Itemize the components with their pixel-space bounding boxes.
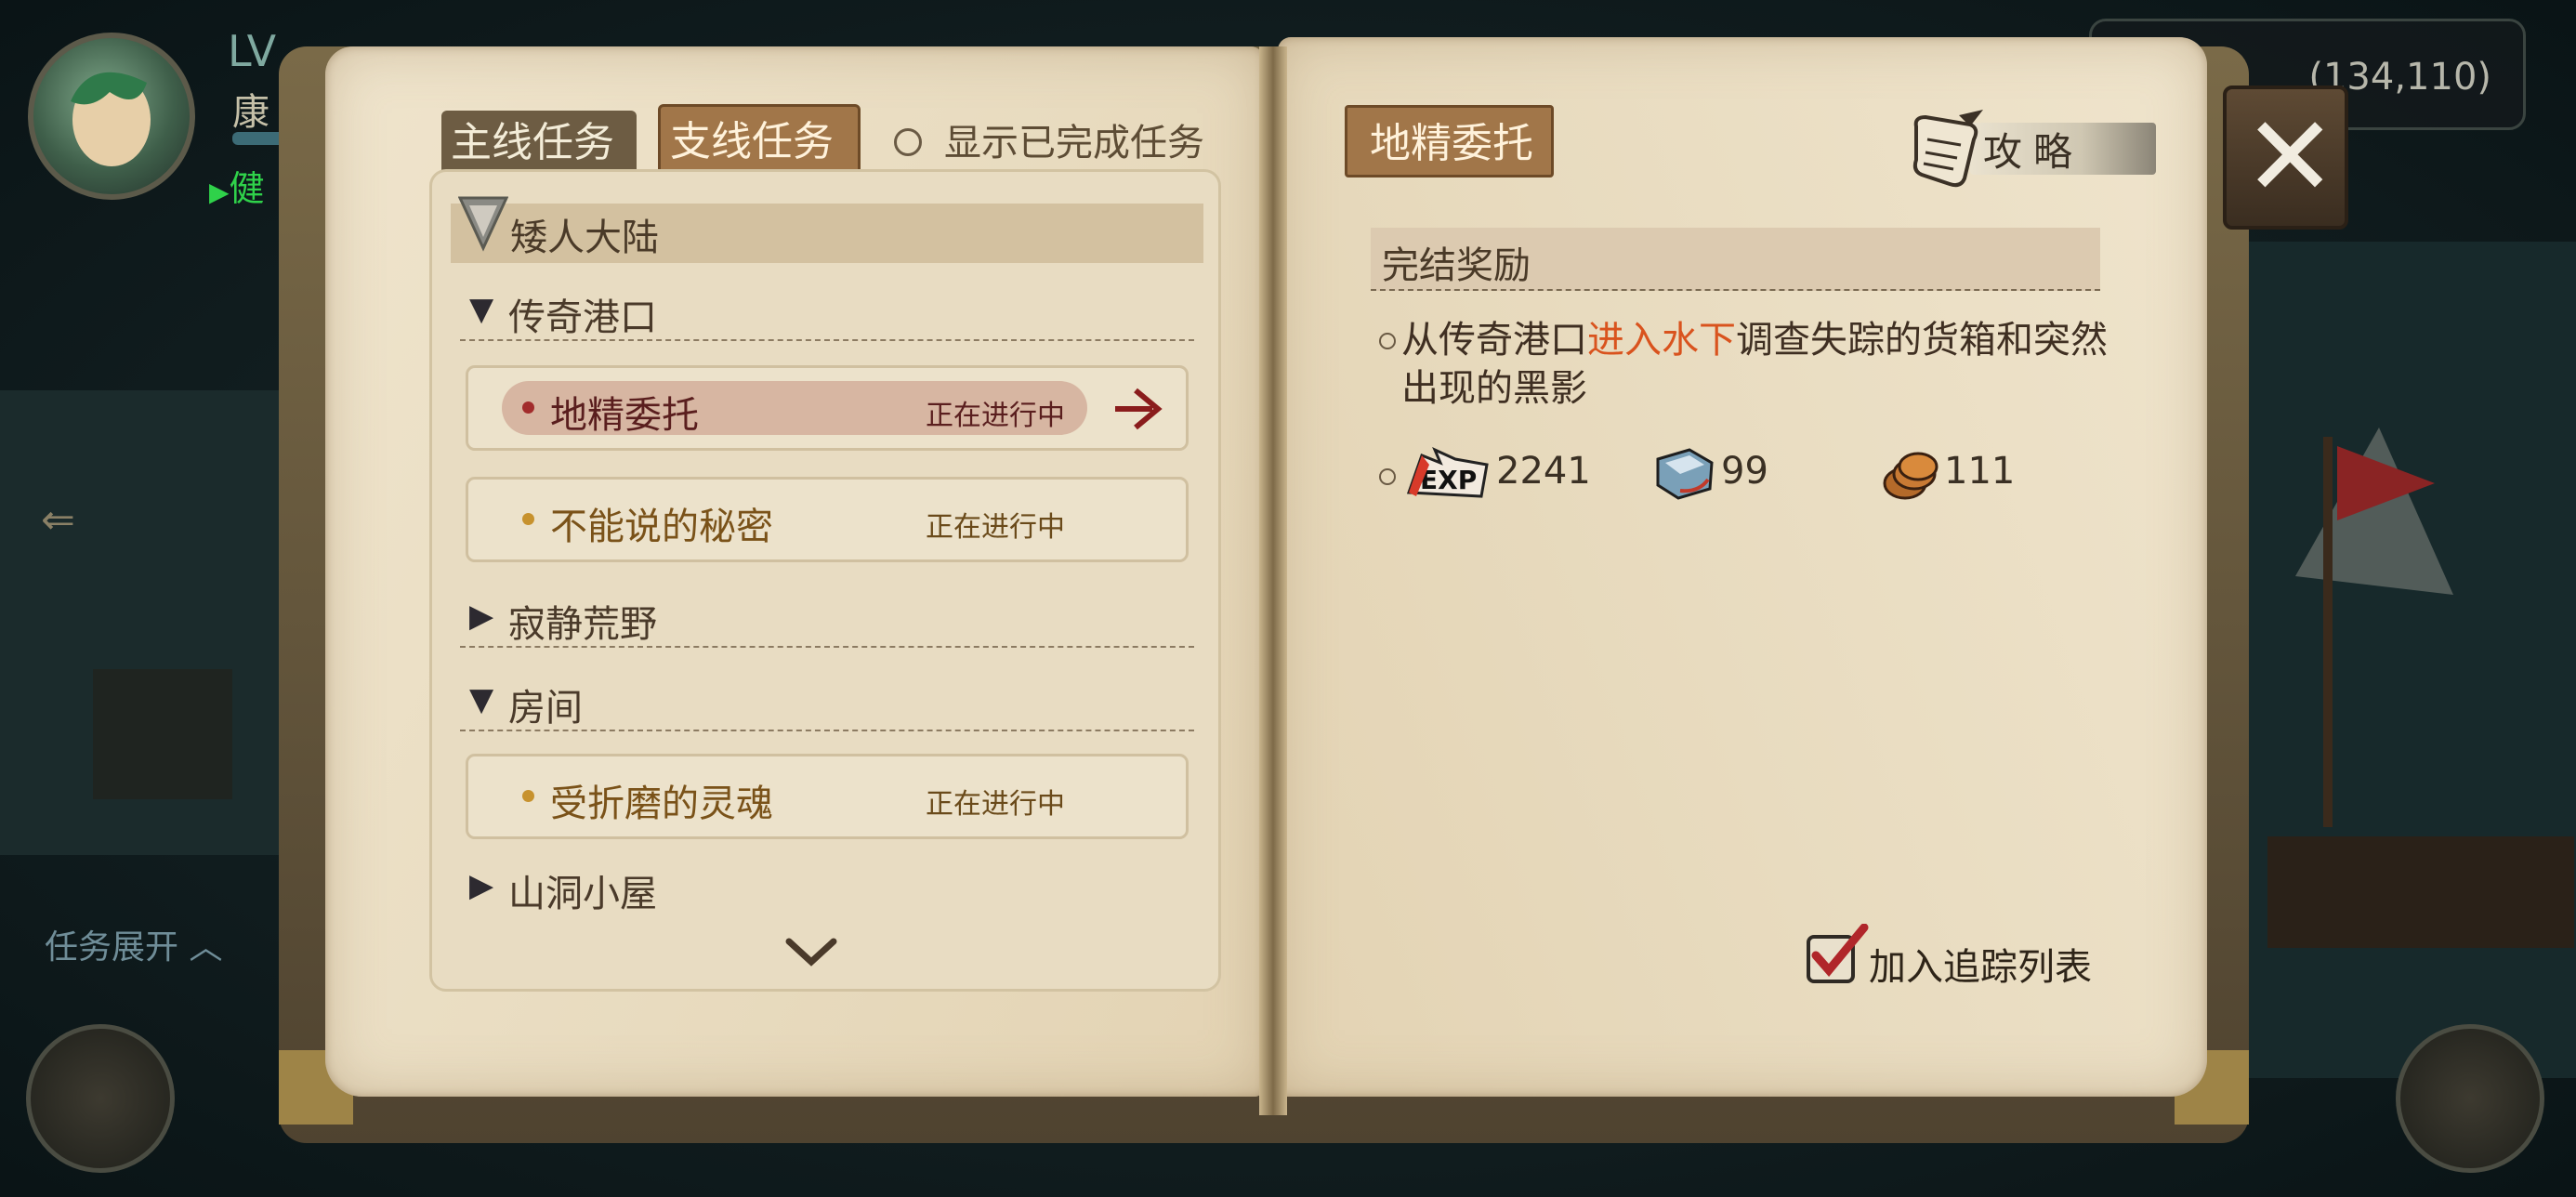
- triangle-down-icon: ▼: [469, 681, 494, 718]
- area-label: 寂静荒野: [508, 603, 657, 646]
- quest-list-panel[interactable]: 矮人大陆 ▼ 传奇港口 地精委托 正在进行中 不能说的秘密 正在进行中 ▶ 寂静…: [429, 169, 1221, 992]
- house-menu-button[interactable]: [2396, 1024, 2544, 1173]
- player-avatar[interactable]: [28, 33, 195, 200]
- quest-name: 地精委托: [550, 394, 699, 437]
- player-name: 康: [232, 91, 269, 134]
- track-checkbox-icon[interactable]: [1805, 924, 1870, 985]
- svg-text:EXP: EXP: [1420, 465, 1477, 495]
- desc-text: 从传奇港口: [1401, 319, 1587, 362]
- guide-button-label: 攻略: [1983, 129, 2084, 175]
- quest-title: 地精委托: [1345, 105, 1554, 178]
- quest-name: 受折磨的灵魂: [550, 783, 773, 825]
- quest-status: 正在进行中: [926, 400, 1065, 432]
- exp-icon: EXP: [1406, 447, 1489, 498]
- play-arrow-icon: ▶: [209, 177, 230, 207]
- desc-highlight: 进入水下: [1587, 319, 1736, 362]
- area-row-room[interactable]: ▼ 房间: [460, 674, 1194, 731]
- area-row-silent-wilds[interactable]: ▶ 寂静荒野: [460, 590, 1194, 648]
- scroll-quill-icon: [1912, 110, 1983, 188]
- quest-bullet: [522, 401, 534, 414]
- reward-header-label: 完结奖励: [1382, 244, 1531, 287]
- bullet-icon: [1379, 333, 1396, 349]
- close-icon: ✕: [2243, 93, 2337, 222]
- chevron-down-icon[interactable]: [783, 934, 839, 971]
- book-item-icon: [1656, 448, 1714, 500]
- reward-value: 2241: [1496, 450, 1591, 493]
- triangle-right-icon: ▶: [469, 598, 494, 635]
- area-label: 房间: [508, 687, 583, 730]
- triangle-down-icon: ▼: [469, 291, 494, 328]
- reward-coins: 111: [1881, 446, 2048, 502]
- region-label: 矮人大陆: [510, 217, 659, 259]
- back-arrow-icon[interactable]: ⇐: [41, 496, 75, 544]
- region-collapse-icon[interactable]: [458, 196, 508, 252]
- quest-item-tormented-soul[interactable]: 受折磨的灵魂 正在进行中: [466, 754, 1189, 839]
- show-completed-toggle[interactable]: 显示已完成任务: [894, 115, 1204, 171]
- reward-item: 99: [1652, 446, 1801, 502]
- close-button[interactable]: ✕: [2223, 86, 2348, 230]
- task-expand-toggle[interactable]: 任务展开 ︿: [45, 920, 222, 968]
- show-completed-label: 显示已完成任务: [944, 122, 1204, 164]
- hero-portrait-icon: [71, 72, 151, 166]
- quest-name: 不能说的秘密: [550, 506, 773, 548]
- area-label: 山洞小屋: [508, 873, 657, 915]
- tab-main-quests[interactable]: 主线任务: [441, 111, 637, 176]
- area-label: 传奇港口: [508, 296, 657, 339]
- guide-button[interactable]: 攻略: [1905, 108, 2156, 188]
- coins-icon: [1883, 452, 1939, 500]
- quest-description: 从传奇港口进入水下调查失踪的货箱和突然出现的黑影: [1401, 316, 2108, 413]
- quest-status: 正在进行中: [926, 511, 1065, 544]
- quest-bullet: [522, 790, 534, 802]
- level-label: LV: [228, 26, 277, 76]
- bullet-icon: [1379, 468, 1396, 485]
- book-spine: [1259, 46, 1287, 1115]
- tab-side-quests[interactable]: 支线任务: [658, 104, 861, 175]
- reward-value: 111: [1944, 450, 2016, 493]
- area-row-cave-hut[interactable]: ▶ 山洞小屋: [460, 860, 1194, 915]
- reward-value: 99: [1721, 450, 1768, 493]
- health-status: ▶健: [209, 160, 265, 211]
- quest-item-goblin-commission[interactable]: 地精委托 正在进行中: [466, 365, 1189, 451]
- scroll-menu-button[interactable]: [26, 1024, 175, 1173]
- quest-status: 正在进行中: [926, 788, 1065, 821]
- track-list-label[interactable]: 加入追踪列表: [1869, 937, 2092, 991]
- reward-exp: EXP 2241: [1403, 446, 1591, 502]
- quest-bullet: [522, 513, 534, 525]
- area-row-legend-port[interactable]: ▼ 传奇港口: [460, 283, 1194, 341]
- tracking-arrow-icon: [1115, 388, 1163, 430]
- radio-icon[interactable]: [894, 128, 922, 156]
- triangle-right-icon: ▶: [469, 867, 494, 904]
- health-status-label: 健: [229, 168, 265, 209]
- quest-item-unspeakable-secret[interactable]: 不能说的秘密 正在进行中: [466, 477, 1189, 562]
- reward-section-header: 完结奖励: [1371, 228, 2100, 291]
